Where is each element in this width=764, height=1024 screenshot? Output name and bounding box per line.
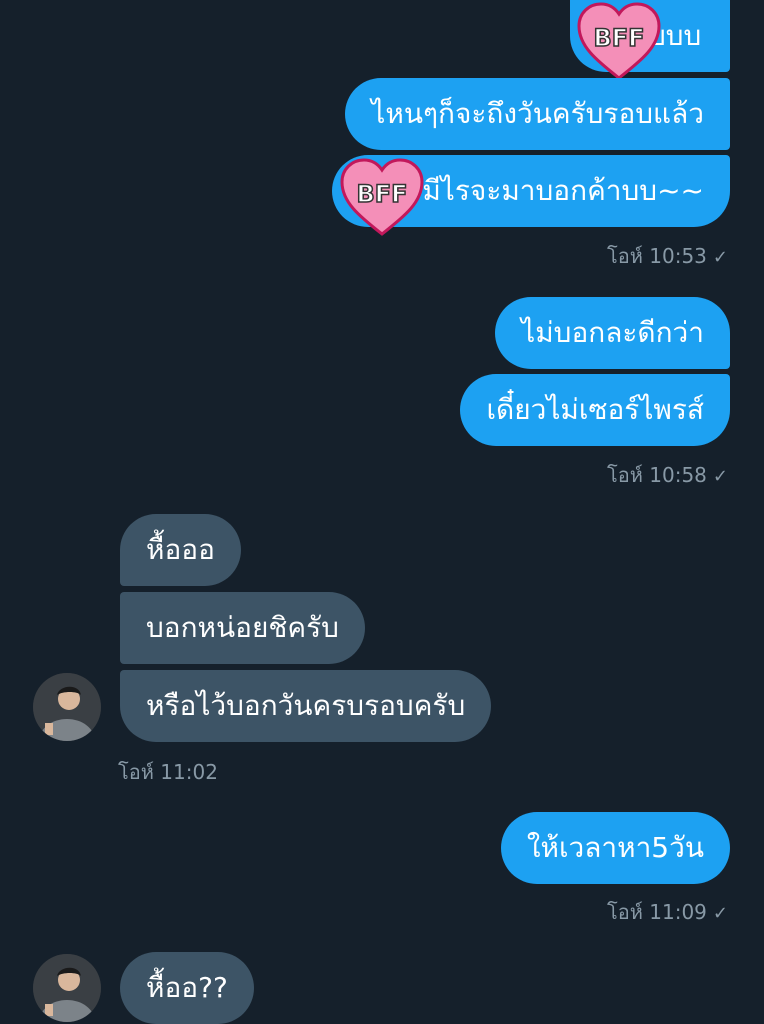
- message-timestamp: โอห์ 10:58 ✓: [606, 463, 728, 487]
- message-timestamp: โอห์ 11:02: [118, 760, 218, 784]
- message-bubble-outgoing[interactable]: เดี๋ยวไม่เซอร์ไพรส์: [460, 374, 730, 446]
- message-bubble-incoming[interactable]: หรือไว้บอกวันครบรอบครับ: [120, 670, 492, 742]
- avatar[interactable]: [33, 954, 101, 1022]
- message-bubble-incoming[interactable]: บอกหน่อยชิครับ: [120, 592, 365, 664]
- message-text: หื้อออ: [146, 533, 215, 566]
- message-bubble-outgoing[interactable]: ให้เวลาหา5วัน: [500, 812, 730, 884]
- message-timestamp: โอห์ 10:53 ✓: [606, 244, 728, 268]
- check-icon: ✓: [712, 247, 728, 268]
- check-icon: ✓: [712, 903, 728, 924]
- message-text: ไม่บอกละดีกว่า: [521, 316, 704, 349]
- message-text: เดี๋ยวไม่เซอร์ไพรส์: [486, 393, 704, 426]
- message-text: หื้ออ??: [146, 971, 228, 1004]
- avatar[interactable]: [33, 673, 101, 741]
- message-bubble-outgoing[interactable]: ไหนๆก็จะถึงวันครับรอบแล้ว: [345, 78, 730, 150]
- sticker-text: BFF: [356, 180, 407, 208]
- message-bubble-incoming[interactable]: หื้ออ??: [120, 952, 254, 1024]
- bff-heart-sticker: BFF: [576, 2, 662, 82]
- message-text: บอกหน่อยชิครับ: [146, 611, 339, 644]
- message-text: มีไรจะมาบอกค้าบบ~~: [422, 174, 704, 207]
- check-icon: ✓: [712, 466, 728, 487]
- message-text: หรือไว้บอกวันครบรอบครับ: [146, 689, 466, 722]
- message-timestamp: โอห์ 11:09 ✓: [606, 900, 728, 924]
- sticker-text: BFF: [593, 24, 644, 52]
- bff-heart-sticker: BFF: [339, 158, 425, 238]
- message-bubble-outgoing[interactable]: ไม่บอกละดีกว่า: [495, 297, 730, 369]
- message-text: ให้เวลาหา5วัน: [526, 831, 704, 864]
- message-bubble-incoming[interactable]: หื้อออ: [120, 514, 241, 586]
- message-text: ไหนๆก็จะถึงวันครับรอบแล้ว: [371, 97, 704, 130]
